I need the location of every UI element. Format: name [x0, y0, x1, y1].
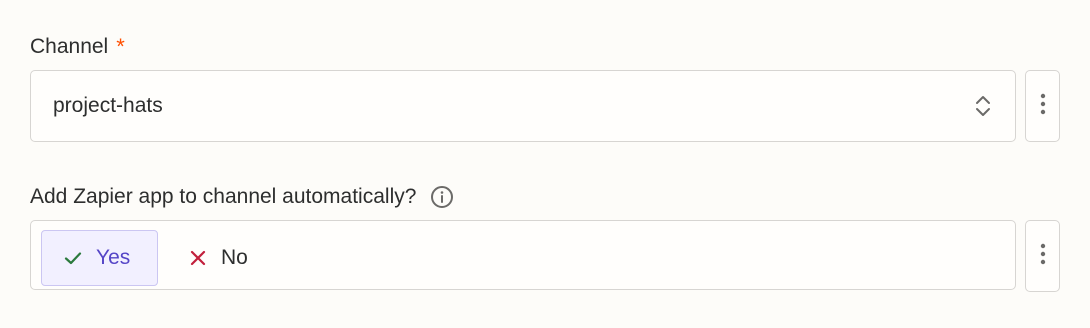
channel-label-text: Channel: [30, 35, 109, 58]
channel-more-button[interactable]: [1025, 70, 1060, 142]
yes-option[interactable]: Yes: [41, 230, 158, 286]
channel-row: project-hats: [30, 70, 1060, 142]
x-icon: [189, 249, 207, 267]
autoadd-label: Add Zapier app to channel automatically?: [30, 182, 1060, 212]
autoadd-label-text: Add Zapier app to channel automatically?: [30, 185, 417, 208]
vertical-ellipsis-icon: [1040, 243, 1046, 270]
no-option[interactable]: No: [166, 230, 276, 286]
autoadd-more-button[interactable]: [1025, 220, 1060, 292]
check-icon: [64, 249, 82, 267]
channel-select[interactable]: project-hats: [30, 70, 1016, 142]
vertical-ellipsis-icon: [1040, 93, 1046, 120]
no-label: No: [221, 246, 248, 269]
autoadd-row: Yes No: [30, 220, 1060, 292]
channel-label: Channel *: [30, 32, 1060, 62]
chevron-up-down-icon: [973, 92, 993, 120]
autoadd-field: Add Zapier app to channel automatically?…: [30, 182, 1060, 292]
toggle-options: Yes No: [41, 230, 276, 286]
yes-no-toggle-group: Yes No: [30, 220, 1016, 290]
channel-selected-value: project-hats: [53, 94, 163, 117]
channel-field: Channel * project-hats: [30, 32, 1060, 142]
required-marker: *: [116, 34, 125, 59]
info-icon[interactable]: [430, 185, 454, 209]
yes-label: Yes: [96, 246, 131, 269]
